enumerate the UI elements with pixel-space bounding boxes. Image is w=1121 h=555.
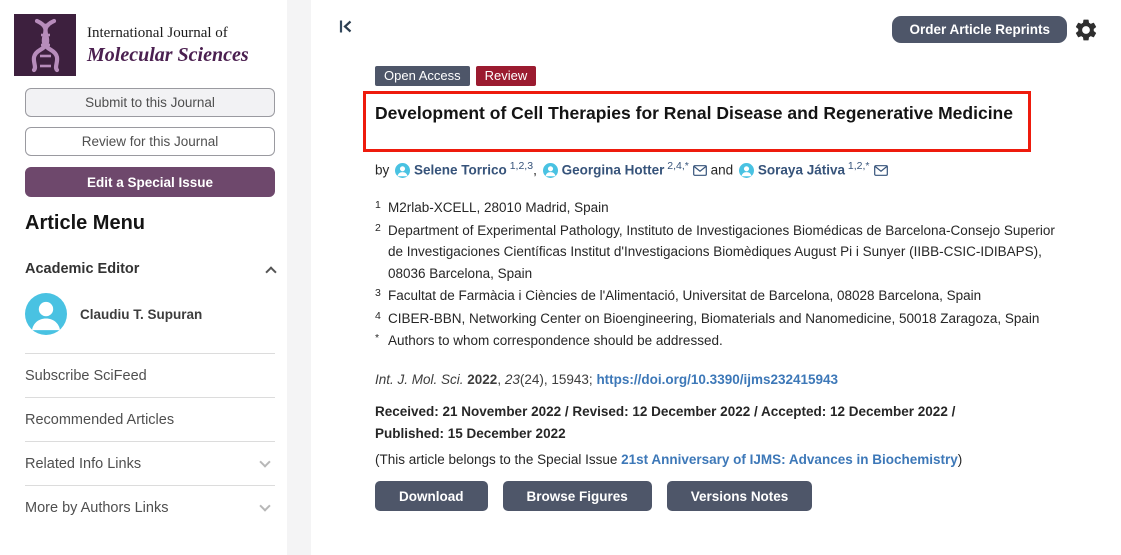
journal-name-line1: International Journal of <box>87 24 249 43</box>
journal-name: International Journal of Molecular Scien… <box>87 24 249 67</box>
citation-year: 2022 <box>467 372 497 387</box>
review-badge[interactable]: Review <box>476 66 537 86</box>
author-affil-sup: 1,2,3 <box>507 160 533 172</box>
action-buttons: Download Browse Figures Versions Notes <box>375 481 812 511</box>
chevron-down-icon[interactable] <box>259 456 270 467</box>
chevron-up-icon[interactable] <box>265 266 276 277</box>
history-line: Published: 15 December 2022 <box>375 423 955 445</box>
journal-name-line2: Molecular Sciences <box>87 43 249 67</box>
author-link[interactable]: Georgina Hotter <box>562 163 665 178</box>
review-for-journal-button[interactable]: Review for this Journal <box>25 127 275 156</box>
browse-figures-button[interactable]: Browse Figures <box>503 481 652 511</box>
affiliation-item: 1 M2rlab-XCELL, 28010 Madrid, Spain <box>375 197 1067 219</box>
citation-issue-pages: (24), 15943; <box>520 372 597 387</box>
download-button[interactable]: Download <box>375 481 488 511</box>
affiliation-item: 4 CIBER-BBN, Networking Center on Bioeng… <box>375 308 1067 330</box>
author-avatar-icon <box>395 163 410 178</box>
versions-notes-button[interactable]: Versions Notes <box>667 481 813 511</box>
academic-editor-name[interactable]: Claudiu T. Supuran <box>80 307 202 322</box>
sidebar-item-more-by-authors-links[interactable]: More by Authors Links <box>25 486 275 529</box>
author-separator: and <box>707 163 737 178</box>
publication-history: Received: 21 November 2022 / Revised: 12… <box>375 401 955 445</box>
journal-dna-logo-icon <box>14 14 76 76</box>
citation-sep: , <box>497 372 505 387</box>
author-link[interactable]: Soraya Játiva <box>758 163 845 178</box>
sidebar: International Journal of Molecular Scien… <box>0 0 287 555</box>
author-link[interactable]: Selene Torrico <box>414 163 507 178</box>
citation-journal-abbrev: Int. J. Mol. Sci. <box>375 372 467 387</box>
article-menu-title: Article Menu <box>25 212 145 235</box>
sidebar-item-label: Related Info Links <box>25 456 141 472</box>
author-affil-sup: 1,2,* <box>845 160 870 172</box>
special-issue-link[interactable]: 21st Anniversary of IJMS: Advances in Bi… <box>621 452 958 467</box>
citation-volume: 23 <box>505 372 520 387</box>
affiliation-text: Authors to whom correspondence should be… <box>388 330 1067 352</box>
special-issue-prefix: (This article belongs to the Special Iss… <box>375 452 621 467</box>
article-title: Development of Cell Therapies for Renal … <box>375 101 1055 126</box>
sidebar-item-subscribe-scifeed[interactable]: Subscribe SciFeed <box>25 354 275 398</box>
byline-prefix: by <box>375 163 393 178</box>
history-line: Received: 21 November 2022 / Revised: 12… <box>375 401 955 423</box>
order-article-reprints-button[interactable]: Order Article Reprints <box>892 16 1067 43</box>
envelope-icon[interactable] <box>693 165 707 176</box>
article-badges: Open Access Review <box>375 66 536 86</box>
sidebar-item-label: Subscribe SciFeed <box>25 368 147 384</box>
author-avatar-icon <box>543 163 558 178</box>
article-main: Order Article Reprints Open Access Revie… <box>311 0 1121 555</box>
doi-link[interactable]: https://doi.org/10.3390/ijms232415943 <box>596 372 838 387</box>
journal-logo-block[interactable]: International Journal of Molecular Scien… <box>14 14 249 76</box>
academic-editor-card: Claudiu T. Supuran <box>25 293 202 335</box>
special-issue-suffix: ) <box>958 452 963 467</box>
sidebar-item-label: Recommended Articles <box>25 412 174 428</box>
academic-editor-header[interactable]: Academic Editor <box>25 261 275 277</box>
special-issue-line: (This article belongs to the Special Iss… <box>375 452 962 467</box>
collapse-sidebar-icon[interactable] <box>337 18 354 35</box>
affiliation-marker: * <box>375 328 388 350</box>
sidebar-item-label: More by Authors Links <box>25 500 168 516</box>
author-affil-sup: 2,4,* <box>664 160 689 172</box>
academic-editor-label: Academic Editor <box>25 261 139 277</box>
chevron-down-icon[interactable] <box>259 500 270 511</box>
affiliation-text: M2rlab-XCELL, 28010 Madrid, Spain <box>388 197 1067 219</box>
affiliation-list: 1 M2rlab-XCELL, 28010 Madrid, Spain 2 De… <box>375 197 1067 353</box>
affiliation-item: 3 Facultat de Farmàcia i Ciències de l'A… <box>375 285 1067 307</box>
byline: by Selene Torrico 1,2,3, Georgina Hotter… <box>375 160 888 178</box>
content-gutter <box>287 0 311 555</box>
author-avatar-icon <box>739 163 754 178</box>
affiliation-marker: 2 <box>375 218 388 283</box>
author-separator: , <box>533 163 541 178</box>
envelope-icon[interactable] <box>874 165 888 176</box>
edit-special-issue-button[interactable]: Edit a Special Issue <box>25 167 275 197</box>
editor-avatar-icon <box>25 293 67 335</box>
affiliation-marker: 4 <box>375 306 388 328</box>
open-access-badge[interactable]: Open Access <box>375 66 470 86</box>
sidebar-links: Subscribe SciFeed Recommended Articles R… <box>25 353 275 529</box>
affiliation-text: Facultat de Farmàcia i Ciències de l'Ali… <box>388 285 1067 307</box>
sidebar-item-recommended-articles[interactable]: Recommended Articles <box>25 398 275 442</box>
sidebar-item-related-info-links[interactable]: Related Info Links <box>25 442 275 486</box>
affiliation-text: Department of Experimental Pathology, In… <box>388 220 1067 285</box>
affiliation-item: 2 Department of Experimental Pathology, … <box>375 220 1067 285</box>
affiliation-marker: 3 <box>375 283 388 305</box>
submit-to-journal-button[interactable]: Submit to this Journal <box>25 88 275 117</box>
article-page: International Journal of Molecular Scien… <box>0 0 1121 555</box>
affiliation-text: CIBER-BBN, Networking Center on Bioengin… <box>388 308 1067 330</box>
affiliation-marker: 1 <box>375 195 388 217</box>
citation-line: Int. J. Mol. Sci. 2022, 23(24), 15943; h… <box>375 372 838 387</box>
affiliation-item: * Authors to whom correspondence should … <box>375 330 1067 352</box>
gear-icon[interactable] <box>1073 17 1099 43</box>
